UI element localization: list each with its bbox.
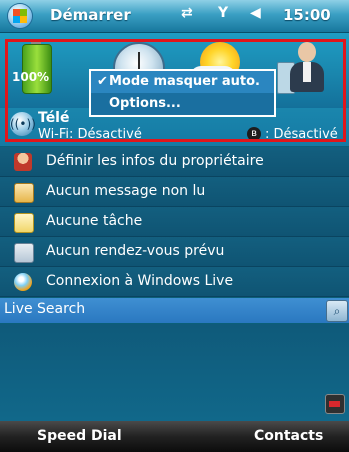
search-label: Live Search	[4, 301, 86, 317]
search-icon[interactable]: ⌕	[326, 300, 348, 322]
contacts-softkey[interactable]: Contacts	[254, 428, 323, 444]
speed-dial-softkey[interactable]: Speed Dial	[37, 428, 122, 444]
list-item-messages[interactable]: Aucun message non lu	[0, 177, 349, 207]
list-item-owner[interactable]: Définir les infos du propriétaire	[0, 147, 349, 177]
signal-off-icon[interactable]: Y	[218, 5, 228, 21]
list-item-calendar[interactable]: Aucun rendez-vous prévu	[0, 237, 349, 267]
list-item-windows-live[interactable]: Connexion à Windows Live	[0, 267, 349, 297]
start-menu-label[interactable]: Démarrer	[50, 6, 131, 24]
status-bar: Démarrer ⇄ Y ◀ 15:00	[0, 0, 349, 33]
tasks-icon	[14, 213, 34, 233]
list-item-tasks[interactable]: Aucune tâche	[0, 207, 349, 237]
softkey-bar: Speed Dial Contacts	[0, 421, 349, 452]
battery-status-icon[interactable]	[325, 394, 345, 414]
mail-icon	[14, 183, 34, 203]
calendar-icon	[14, 243, 34, 263]
volume-icon[interactable]: ◀	[250, 5, 261, 21]
windows-start-icon[interactable]	[8, 4, 32, 28]
clock[interactable]: 15:00	[283, 6, 331, 24]
owner-icon	[14, 153, 32, 171]
highlight-frame	[5, 39, 346, 142]
today-list: Définir les infos du propriétaire Aucun …	[0, 147, 349, 297]
live-search-bar[interactable]: Live Search ⌕	[0, 298, 349, 323]
connectivity-icon[interactable]: ⇄	[181, 5, 193, 21]
empty-area	[0, 324, 349, 421]
windows-live-icon	[14, 273, 32, 291]
